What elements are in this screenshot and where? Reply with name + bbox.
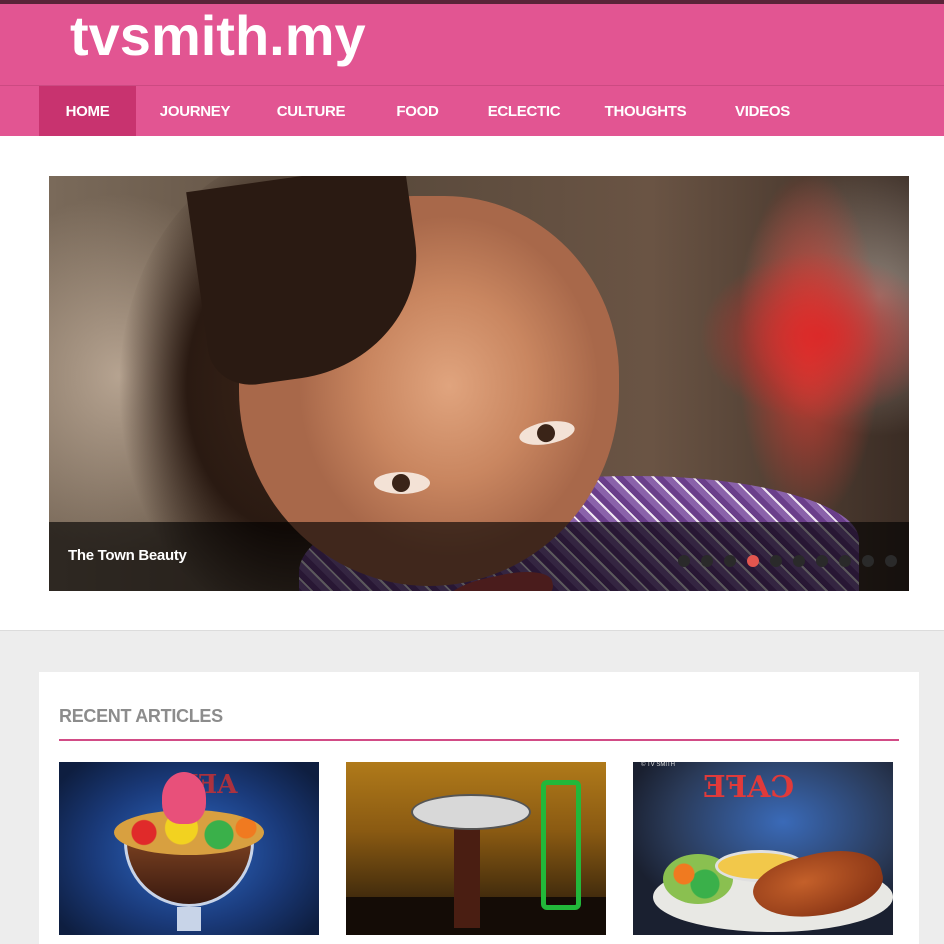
recent-articles-heading: RECENT ARTICLES	[59, 706, 223, 726]
nav-item-eclectic[interactable]: ECLECTIC	[467, 86, 581, 136]
article-thumb-dessert[interactable]: ƎꟻA	[59, 762, 319, 935]
slide-caption[interactable]: The Town Beauty	[68, 547, 187, 564]
nav-item-videos[interactable]: VIDEOS	[710, 86, 815, 136]
slider-dot[interactable]	[678, 555, 690, 567]
recent-articles-panel: RECENT ARTICLES ƎꟻA © TV SMITH ƎꟻAƆ	[39, 672, 919, 944]
slide-caption-bar: The Town Beauty	[49, 522, 909, 591]
slider-dot[interactable]	[770, 555, 782, 567]
heading-divider	[59, 739, 899, 741]
hero-section: The Town Beauty	[0, 136, 944, 631]
nav-list: HOME JOURNEY CULTURE FOOD ECLECTIC THOUG…	[39, 86, 815, 136]
slider-dot-active[interactable]	[747, 555, 759, 567]
nav-item-thoughts[interactable]: THOUGHTS	[581, 86, 710, 136]
site-header: tvsmith.my	[0, 0, 944, 85]
slider-dot[interactable]	[793, 555, 805, 567]
photo-watermark: © TV SMITH	[641, 762, 675, 768]
slider-dot[interactable]	[862, 555, 874, 567]
article-thumb-chicken[interactable]: © TV SMITH ƎꟻAƆ	[633, 762, 893, 935]
nav-item-home[interactable]: HOME	[39, 86, 136, 136]
slider-dot[interactable]	[816, 555, 828, 567]
slide-photo-eye-left	[374, 472, 430, 494]
image-slider[interactable]: The Town Beauty	[49, 176, 909, 591]
nav-item-food[interactable]: FOOD	[368, 86, 467, 136]
site-logo[interactable]: tvsmith.my	[70, 4, 366, 68]
main-nav: HOME JOURNEY CULTURE FOOD ECLECTIC THOUG…	[0, 85, 944, 136]
nav-item-journey[interactable]: JOURNEY	[136, 86, 254, 136]
slider-dot[interactable]	[701, 555, 713, 567]
nav-item-culture[interactable]: CULTURE	[254, 86, 368, 136]
slider-dot[interactable]	[885, 555, 897, 567]
slider-pagination	[678, 555, 897, 567]
slider-dot[interactable]	[724, 555, 736, 567]
article-thumb-cafe-table[interactable]	[346, 762, 606, 935]
slider-dot[interactable]	[839, 555, 851, 567]
